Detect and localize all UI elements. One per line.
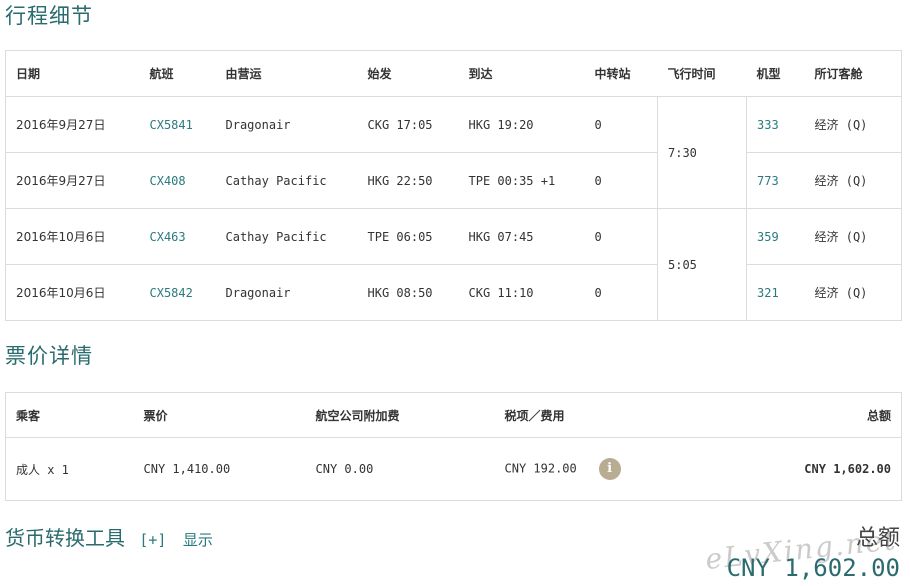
arrive-cell: TPE 00:35 +1: [458, 152, 585, 209]
header-surcharge: 航空公司附加费: [305, 392, 495, 438]
cabin-cell: 经济 (Q): [804, 264, 902, 321]
header-duration: 飞行时间: [657, 50, 747, 97]
cabin-cell: 经济 (Q): [804, 152, 902, 209]
date-cell: 2016年10月6日: [5, 264, 140, 321]
arrive-cell: HKG 19:20: [458, 96, 585, 153]
itinerary-title: 行程细节: [5, 4, 93, 28]
operator-cell: Dragonair: [215, 96, 358, 153]
flight-link[interactable]: CX5841: [139, 96, 216, 153]
flight-link[interactable]: CX463: [139, 208, 216, 265]
stops-cell: 0: [584, 96, 658, 153]
info-icon[interactable]: i: [598, 458, 621, 480]
header-flight: 航班: [139, 50, 216, 97]
flight-link[interactable]: CX5842: [139, 264, 216, 321]
surcharge-cell: CNY 0.00: [305, 437, 495, 501]
table-row: 2016年9月27日 CX408 Cathay Pacific HKG 22:5…: [5, 152, 902, 209]
aircraft-link[interactable]: 333: [746, 96, 805, 153]
aircraft-link[interactable]: 359: [746, 208, 805, 265]
depart-cell: HKG 08:50: [357, 264, 459, 321]
stops-cell: 0: [584, 152, 658, 209]
converter-toggle-button[interactable]: [+]: [139, 531, 166, 549]
header-cabin: 所订客舱: [804, 50, 902, 97]
converter-show-link[interactable]: 显示: [183, 531, 213, 549]
taxes-cell: CNY 192.00 i: [494, 437, 695, 501]
header-date: 日期: [5, 50, 140, 97]
fare-cell: CNY 1,410.00: [133, 437, 306, 501]
fare-table: 乘客 票价 航空公司附加费 税项／费用 总额 成人 x 1 CNY 1,410.…: [5, 392, 902, 501]
operator-cell: Cathay Pacific: [215, 152, 358, 209]
depart-cell: CKG 17:05: [357, 96, 459, 153]
itinerary-header-row: 日期 航班 由营运 始发 到达 中转站 飞行时间 机型 所订客舱: [5, 50, 902, 97]
table-row: 2016年10月6日 CX463 Cathay Pacific TPE 06:0…: [5, 208, 902, 321]
table-row: 2016年10月6日 CX5842 Dragonair HKG 08:50 CK…: [5, 264, 902, 321]
flight-link[interactable]: CX408: [139, 152, 216, 209]
passenger-cell: 成人 x 1: [5, 437, 134, 501]
grand-total-label: 总额: [855, 526, 900, 551]
table-row: 成人 x 1 CNY 1,410.00 CNY 0.00 CNY 192.00 …: [5, 437, 902, 501]
date-cell: 2016年9月27日: [5, 152, 140, 209]
duration-cell: 7:30: [657, 96, 747, 209]
stops-cell: 0: [584, 264, 658, 321]
taxes-value: CNY 192.00: [504, 461, 577, 476]
converter-title: 货币转换工具: [5, 526, 125, 550]
aircraft-link[interactable]: 773: [746, 152, 805, 209]
header-stops: 中转站: [584, 50, 658, 97]
date-cell: 2016年10月6日: [5, 208, 140, 265]
table-row: 2016年9月27日 CX5841 Dragonair CKG 17:05 HK…: [5, 96, 902, 209]
header-depart: 始发: [357, 50, 459, 97]
header-fare: 票价: [133, 392, 306, 438]
arrive-cell: HKG 07:45: [458, 208, 585, 265]
operator-cell: Cathay Pacific: [215, 208, 358, 265]
depart-cell: HKG 22:50: [357, 152, 459, 209]
depart-cell: TPE 06:05: [357, 208, 459, 265]
stops-cell: 0: [584, 208, 658, 265]
grand-total-value: CNY 1,602.00: [726, 554, 900, 582]
header-aircraft: 机型: [746, 50, 805, 97]
header-arrive: 到达: [458, 50, 585, 97]
header-total: 总额: [694, 392, 902, 438]
header-taxes: 税项／费用: [494, 392, 695, 438]
aircraft-link[interactable]: 321: [746, 264, 805, 321]
header-operator: 由营运: [215, 50, 358, 97]
total-cell: CNY 1,602.00: [694, 437, 902, 501]
fare-header-row: 乘客 票价 航空公司附加费 税项／费用 总额: [5, 392, 902, 438]
arrive-cell: CKG 11:10: [458, 264, 585, 321]
currency-converter: 货币转换工具 [+] 显示: [5, 522, 213, 551]
operator-cell: Dragonair: [215, 264, 358, 321]
itinerary-table: 日期 航班 由营运 始发 到达 中转站 飞行时间 机型 所订客舱 2016年9月…: [5, 50, 902, 321]
fare-title: 票价详情: [5, 344, 93, 368]
date-cell: 2016年9月27日: [5, 96, 140, 153]
duration-cell: 5:05: [657, 208, 747, 321]
cabin-cell: 经济 (Q): [804, 96, 902, 153]
header-passenger: 乘客: [5, 392, 134, 438]
cabin-cell: 经济 (Q): [804, 208, 902, 265]
